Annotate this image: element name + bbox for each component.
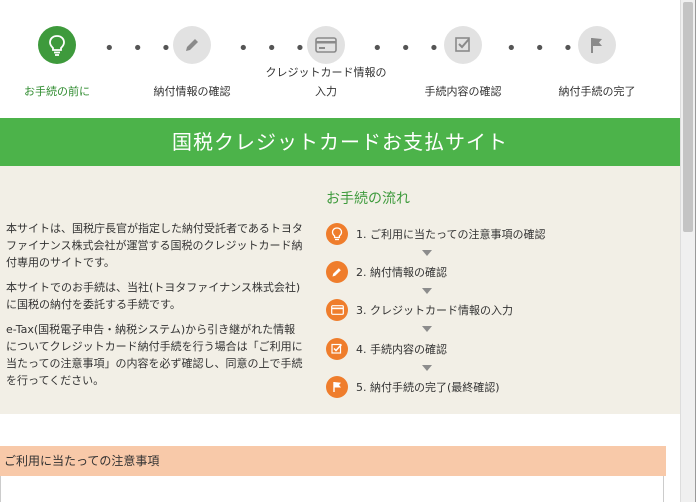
scrollbar-thumb[interactable] [683, 2, 693, 232]
down-arrow-icon [422, 365, 432, 371]
checkbox-icon [444, 26, 482, 64]
flow-item: 4. 手続内容の確認 [326, 337, 447, 361]
intro-paragraph: e-Tax(国税電子申告・納税システム)から引き継がれた情報についてクレジットカ… [6, 323, 303, 387]
site-title-banner: 国税クレジットカードお支払サイト [0, 118, 680, 166]
flow-item-text: 5. 納付手続の完了(最終確認) [356, 381, 500, 394]
flow-title: お手続の流れ [326, 191, 410, 207]
intro-paragraph: 本サイトでのお手続は、当社(トヨタファイナンス株式会社)に国税の納付を委託する手… [6, 281, 301, 311]
intro-paragraph: 本サイトは、国税庁長官が指定した納付受託者であるトヨタファイナンス株式会社が運営… [6, 222, 303, 269]
flag-icon [578, 26, 616, 64]
step-label: 納付情報の確認 [153, 85, 231, 98]
step-label-line2: 入力 [315, 85, 337, 98]
notes-header: ご利用に当たっての注意事項 [0, 446, 666, 476]
step-separator: • • • [238, 38, 312, 59]
step-separator: • • • [506, 38, 580, 59]
lightbulb-icon [326, 223, 348, 245]
step-separator: • • • [372, 38, 446, 59]
notes-section: ご利用に当たっての注意事項 [0, 430, 680, 502]
flow-item: 2. 納付情報の確認 [326, 260, 447, 284]
credit-card-icon [307, 26, 345, 64]
checkbox-icon [326, 338, 348, 360]
flow-item-text: 2. 納付情報の確認 [356, 266, 447, 279]
flow-item-text: 1. ご利用に当たっての注意事項の確認 [356, 228, 546, 241]
down-arrow-icon [422, 288, 432, 294]
step-label-line1: クレジットカード情報の [265, 66, 387, 79]
notes-content-box [0, 476, 664, 502]
flow-item-text: 3. クレジットカード情報の入力 [356, 304, 513, 317]
flow-item: 3. クレジットカード情報の入力 [326, 298, 513, 322]
down-arrow-icon [422, 250, 432, 256]
step-label: お手続の前に [24, 85, 90, 98]
down-arrow-icon [422, 326, 432, 332]
intro-text: 本サイトは、国税庁長官が指定した納付受託者であるトヨタファイナンス株式会社が運営… [6, 220, 306, 397]
flow-item: 5. 納付手続の完了(最終確認) [326, 375, 500, 399]
main-section: 本サイトは、国税庁長官が指定した納付受託者であるトヨタファイナンス株式会社が運営… [0, 166, 680, 414]
step-label: 手続内容の確認 [424, 85, 502, 98]
pencil-icon [173, 26, 211, 64]
pencil-icon [326, 261, 348, 283]
credit-card-icon [326, 299, 348, 321]
step-separator: • • • [104, 38, 178, 59]
progress-stepper: お手続の前に • • • 納付情報の確認 • • • クレジットカード情報の 入… [0, 0, 680, 118]
flow-item: 1. ご利用に当たっての注意事項の確認 [326, 222, 545, 246]
step-label: 納付手続の完了 [558, 85, 636, 98]
flag-icon [326, 376, 348, 398]
flow-item-text: 4. 手続内容の確認 [356, 343, 447, 356]
lightbulb-icon [38, 26, 76, 64]
